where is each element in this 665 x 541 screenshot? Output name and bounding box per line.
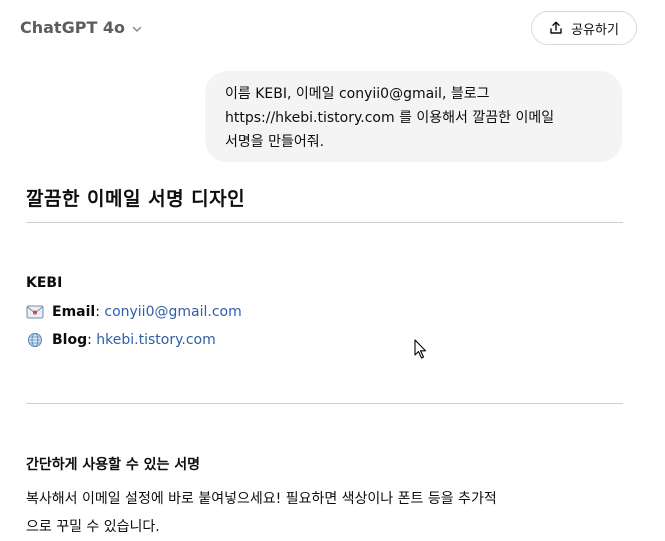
model-picker[interactable]: ChatGPT 4o <box>20 18 143 37</box>
user-message-line: 이름 KEBI, 이메일 conyii0@gmail, 블로그 <box>225 86 490 102</box>
divider <box>26 222 623 223</box>
model-name: ChatGPT 4o <box>20 18 126 37</box>
mouse-cursor-icon <box>414 339 427 359</box>
globe-icon <box>28 333 42 347</box>
email-link[interactable]: conyii0@gmail.com <box>104 304 241 320</box>
signature-email-row: Email: conyii0@gmail.com <box>26 304 242 320</box>
chevron-down-icon <box>132 26 142 32</box>
share-button[interactable]: 공유하기 <box>531 11 637 45</box>
signature-blog-row: Blog: hkebi.tistory.com <box>26 332 216 348</box>
response-title: 깔끔한 이메일 서명 디자인 <box>26 188 246 210</box>
blog-label: Blog <box>52 332 88 348</box>
paragraph-line: 복사해서 이메일 설정에 바로 붙여넣으세요! 필요하면 색상이나 폰트 등을 … <box>26 491 497 507</box>
response-paragraph: 복사해서 이메일 설정에 바로 붙여넣으세요! 필요하면 색상이나 폰트 등을 … <box>26 485 626 541</box>
share-label: 공유하기 <box>571 22 619 38</box>
signature-name: KEBI <box>26 275 63 291</box>
chat-page: ChatGPT 4o 공유하기 이름 KEBI, 이메일 conyii0@gma… <box>0 0 665 541</box>
email-label: Email <box>52 304 96 320</box>
divider <box>26 403 623 404</box>
share-icon <box>550 21 562 34</box>
blog-link[interactable]: hkebi.tistory.com <box>96 332 215 348</box>
user-message-line: https://hkebi.tistory.com 를 이용해서 깔끔한 이메일 <box>225 110 555 126</box>
paragraph-line: 으로 꾸밀 수 있습니다. <box>26 519 160 535</box>
user-message-line: 서명을 만들어줘. <box>225 134 325 150</box>
section-subheading: 간단하게 사용할 수 있는 서명 <box>26 457 201 473</box>
envelope-icon <box>26 305 44 319</box>
user-message-bubble: 이름 KEBI, 이메일 conyii0@gmail, 블로그 https://… <box>205 71 622 162</box>
